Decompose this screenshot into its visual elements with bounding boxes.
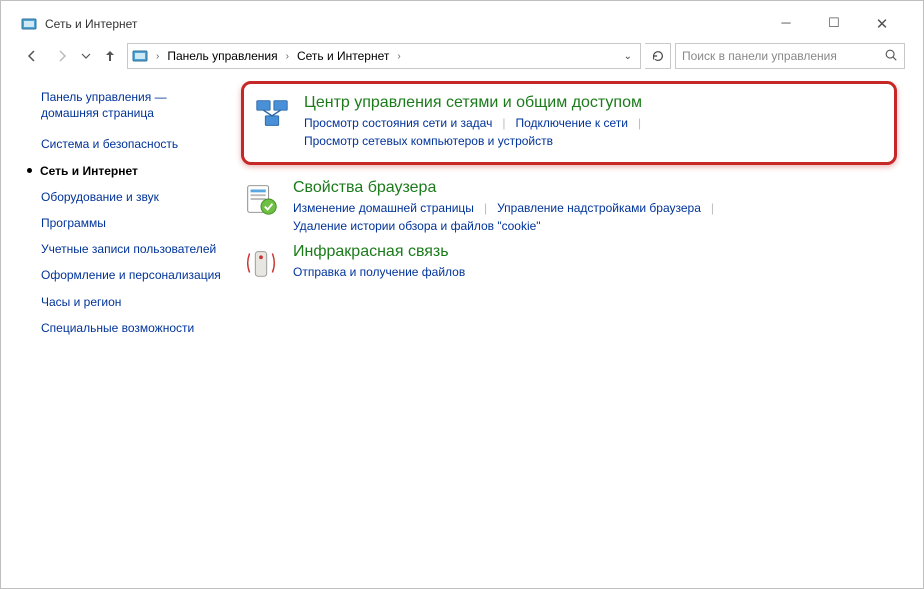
sublink-delete-history[interactable]: Удаление истории обзора и файлов "cookie… <box>293 217 541 235</box>
window-title: Сеть и Интернет <box>45 17 771 31</box>
category-title-infrared[interactable]: Инфракрасная связь <box>293 243 897 261</box>
address-bar[interactable]: › Панель управления › Сеть и Интернет › … <box>127 43 641 69</box>
chevron-right-icon: › <box>284 51 291 62</box>
sublink-connect-network[interactable]: Подключение к сети <box>515 114 627 132</box>
sidebar-item-appearance[interactable]: Оформление и персонализация <box>27 262 225 288</box>
minimize-button[interactable]: ─ <box>771 15 801 33</box>
sublinks: Изменение домашней страницы | Управление… <box>293 199 897 235</box>
sidebar-item-label: Часы и регион <box>41 294 121 310</box>
back-button[interactable] <box>19 43 45 69</box>
sidebar-item-label: Оформление и персонализация <box>41 267 221 283</box>
sublinks: Просмотр состояния сети и задач | Подклю… <box>304 114 884 150</box>
sublink-manage-addons[interactable]: Управление надстройками браузера <box>497 199 701 217</box>
chevron-right-icon: › <box>154 51 161 62</box>
sublink-send-receive[interactable]: Отправка и получение файлов <box>293 263 465 281</box>
separator: | <box>628 116 651 130</box>
sidebar-item-users[interactable]: Учетные записи пользователей <box>27 236 225 262</box>
sidebar-item-label: Сеть и Интернет <box>40 163 138 179</box>
separator: | <box>492 116 515 130</box>
sidebar: Панель управления — домашняя страница Си… <box>19 81 229 570</box>
maximize-button[interactable]: ☐ <box>819 15 849 33</box>
address-dropdown-icon[interactable]: ⌄ <box>624 51 636 62</box>
control-panel-window: Сеть и Интернет ─ ☐ ✕ › <box>0 0 924 589</box>
browser-properties-icon <box>241 179 281 219</box>
category-body: Центр управления сетями и общим доступом… <box>304 94 884 150</box>
sidebar-item-hardware[interactable]: Оборудование и звук <box>27 184 225 210</box>
category-infrared: Инфракрасная связь Отправка и получение … <box>241 239 897 287</box>
sidebar-item-label: Оборудование и звук <box>41 189 159 205</box>
sidebar-home[interactable]: Панель управления — домашняя страница <box>27 87 225 131</box>
sidebar-item-label: Специальные возможности <box>41 320 194 336</box>
window-controls: ─ ☐ ✕ <box>771 15 903 33</box>
app-icon <box>21 16 37 32</box>
sidebar-item-accessibility[interactable]: Специальные возможности <box>27 315 225 341</box>
sublinks: Отправка и получение файлов <box>293 263 897 281</box>
highlight-network-sharing: Центр управления сетями и общим доступом… <box>241 81 897 165</box>
category-network-sharing: Центр управления сетями и общим доступом… <box>252 90 884 154</box>
breadcrumb-root[interactable]: Панель управления <box>167 49 277 63</box>
titlebar: Сеть и Интернет ─ ☐ ✕ <box>19 11 905 41</box>
network-sharing-icon <box>252 94 292 134</box>
sublink-network-status[interactable]: Просмотр состояния сети и задач <box>304 114 492 132</box>
sublink-change-homepage[interactable]: Изменение домашней страницы <box>293 199 474 217</box>
recent-dropdown[interactable] <box>79 43 93 69</box>
nav-row: › Панель управления › Сеть и Интернет › … <box>19 41 905 75</box>
category-browser: Свойства браузера Изменение домашней стр… <box>241 175 897 239</box>
address-icon <box>132 48 148 64</box>
category-title-browser[interactable]: Свойства браузера <box>293 179 897 197</box>
search-placeholder: Поиск в панели управления <box>682 49 878 63</box>
sidebar-item-programs[interactable]: Программы <box>27 210 225 236</box>
separator: | <box>474 201 497 215</box>
sidebar-item-system[interactable]: Система и безопасность <box>27 131 225 157</box>
sidebar-item-clock[interactable]: Часы и регион <box>27 289 225 315</box>
category-body: Свойства браузера Изменение домашней стр… <box>293 179 897 235</box>
sidebar-item-network[interactable]: Сеть и Интернет <box>27 158 225 184</box>
breadcrumb-current[interactable]: Сеть и Интернет <box>297 49 389 63</box>
infrared-icon <box>241 243 281 283</box>
close-button[interactable]: ✕ <box>867 15 897 33</box>
chevron-right-icon: › <box>395 51 402 62</box>
search-icon <box>884 48 898 65</box>
sidebar-item-label: Программы <box>41 215 106 231</box>
main-content: Центр управления сетями и общим доступом… <box>241 81 905 570</box>
separator: | <box>701 201 724 215</box>
up-button[interactable] <box>97 43 123 69</box>
search-input[interactable]: Поиск в панели управления <box>675 43 905 69</box>
sidebar-item-label: Учетные записи пользователей <box>41 241 216 257</box>
sublink-view-devices[interactable]: Просмотр сетевых компьютеров и устройств <box>304 132 553 150</box>
sidebar-item-label: Система и безопасность <box>41 136 178 152</box>
body: Панель управления — домашняя страница Си… <box>19 81 905 570</box>
forward-button[interactable] <box>49 43 75 69</box>
category-body: Инфракрасная связь Отправка и получение … <box>293 243 897 283</box>
category-title-network-sharing[interactable]: Центр управления сетями и общим доступом <box>304 94 884 112</box>
refresh-button[interactable] <box>645 43 671 69</box>
